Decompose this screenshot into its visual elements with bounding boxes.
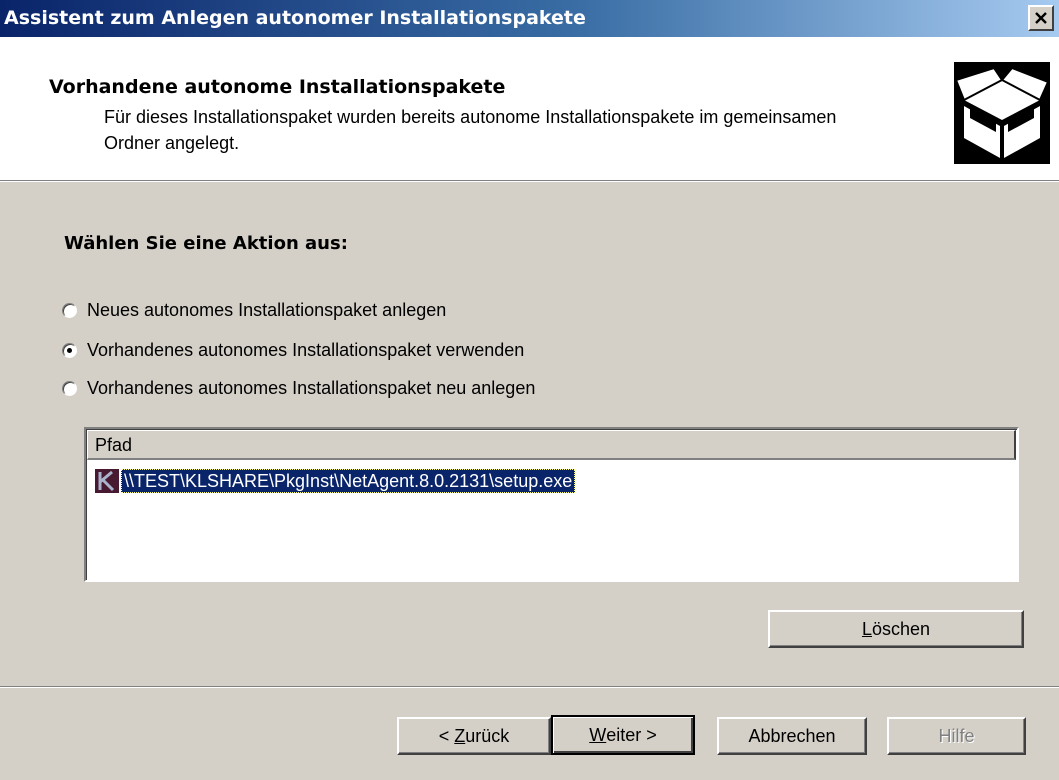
page-title: Vorhandene autonome Installationspakete <box>49 76 506 98</box>
radio-recreate-existing[interactable]: Vorhandenes autonomes Installationspaket… <box>62 378 535 399</box>
back-button[interactable]: < Zurück <box>397 717 551 755</box>
radio-label[interactable]: Neues autonomes Installationspaket anleg… <box>87 300 446 321</box>
list-item-path[interactable]: \\TEST\KLSHARE\PkgInst\NetAgent.8.0.2131… <box>121 469 576 493</box>
open-box-icon <box>954 62 1050 164</box>
button-label: Abbrechen <box>748 725 836 746</box>
list-item[interactable]: \\TEST\KLSHARE\PkgInst\NetAgent.8.0.2131… <box>95 468 576 494</box>
cancel-button[interactable]: Abbrechen <box>717 717 867 755</box>
radio-label[interactable]: Vorhandenes autonomes Installationspaket… <box>87 340 524 361</box>
window-titlebar: Assistent zum Anlegen autonomer Installa… <box>0 0 1059 37</box>
footer-divider-highlight <box>0 687 1059 688</box>
radio-button[interactable] <box>62 303 77 318</box>
button-mnemonic: W <box>589 724 607 745</box>
header-divider <box>0 181 1059 182</box>
column-header-path[interactable]: Pfad <box>87 430 1016 460</box>
column-header-label: Pfad <box>95 435 133 455</box>
close-icon <box>1035 12 1047 24</box>
button-label: Hilfe <box>938 725 975 746</box>
page-subtitle: Für dieses Installationspaket wurden ber… <box>104 107 837 153</box>
radio-new-package[interactable]: Neues autonomes Installationspaket anleg… <box>62 300 446 321</box>
next-button[interactable]: Weiter > <box>551 715 695 755</box>
button-label: urück <box>465 725 510 746</box>
window-title: Assistent zum Anlegen autonomer Installa… <box>4 7 586 29</box>
radio-button[interactable] <box>62 381 77 396</box>
radio-label[interactable]: Vorhandenes autonomes Installationspaket… <box>87 378 535 399</box>
close-button[interactable] <box>1028 5 1054 31</box>
button-label: eiter > <box>606 724 657 745</box>
button-mnemonic: L <box>861 618 872 639</box>
kaspersky-k-icon <box>95 469 119 493</box>
radio-use-existing[interactable]: Vorhandenes autonomes Installationspaket… <box>62 340 524 361</box>
radio-button[interactable] <box>62 343 77 358</box>
help-button: Hilfe <box>887 717 1026 755</box>
delete-button[interactable]: Löschen <box>768 610 1024 648</box>
action-heading: Wählen Sie eine Aktion aus: <box>64 233 348 254</box>
package-list[interactable]: Pfad \\TEST\KLSHARE\PkgInst\NetAgent.8.0… <box>84 427 1019 582</box>
button-mnemonic: Z <box>454 725 466 746</box>
button-label: öschen <box>871 618 931 639</box>
button-prefix: < <box>438 725 455 746</box>
